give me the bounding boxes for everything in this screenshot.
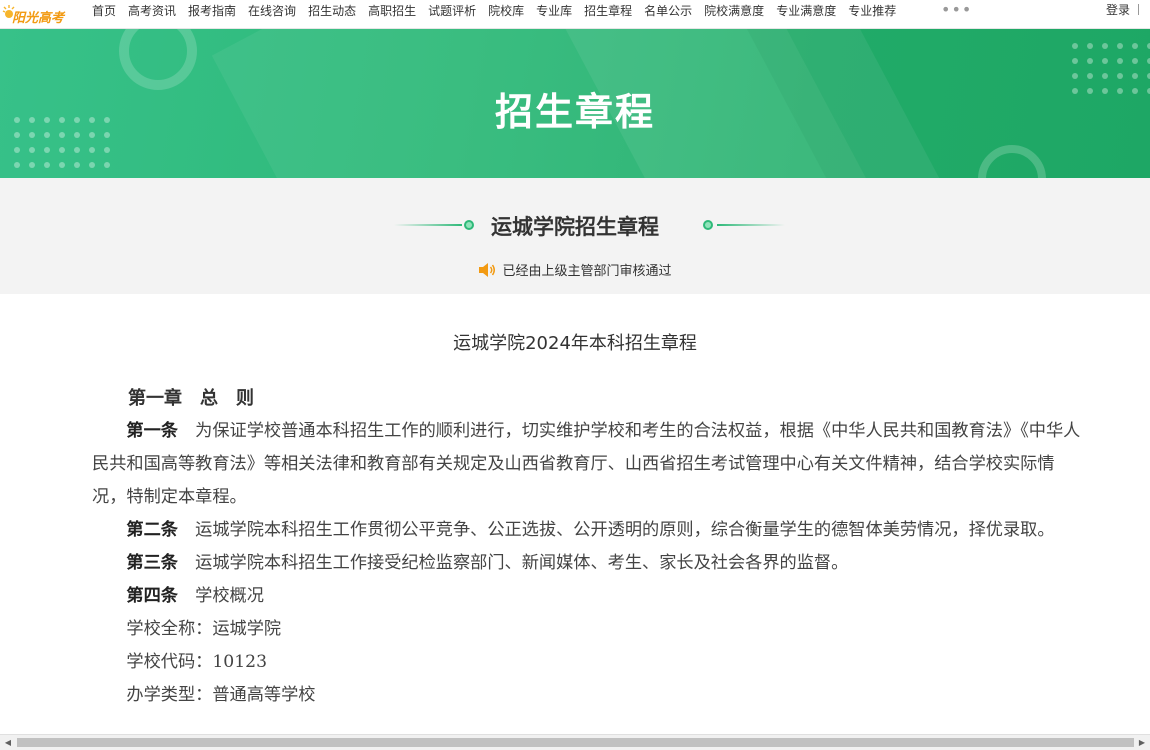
school-header: 运城学院招生章程 已经由上级主管部门审核通过 — [0, 178, 1150, 294]
banner-title: 招生章程 — [494, 90, 655, 134]
logo-text: 阳光高考 — [12, 11, 65, 26]
banner-ring — [978, 145, 1046, 178]
nav-item[interactable]: 报考指南 — [188, 0, 236, 22]
school-code: 学校代码：10123 — [126, 652, 268, 672]
document-body: 第一章 总 则 第一条 为保证学校普通本科招生工作的顺利进行，切实维护学校和考生… — [92, 382, 1082, 712]
banner-dot — [1117, 43, 1123, 49]
scroll-left-arrow-icon[interactable]: ◀ — [0, 735, 16, 750]
scrollbar-thumb[interactable] — [17, 738, 1134, 747]
nav-item[interactable]: 高考资讯 — [128, 0, 176, 22]
article-1: 第一条 为保证学校普通本科招生工作的顺利进行，切实维护学校和考生的合法权益，根据… — [92, 415, 1082, 514]
decor-line — [717, 224, 785, 226]
article-text: 运城学院本科招生工作接受纪检监察部门、新闻媒体、考生、家长及社会各界的监督。 — [195, 553, 849, 573]
banner-dot — [14, 147, 20, 153]
chapter-heading: 第一章 总 则 — [128, 388, 254, 409]
page-banner: 招生章程 — [0, 29, 1150, 178]
banner-dot — [1087, 73, 1093, 79]
banner-dot — [14, 162, 20, 168]
nav-menu: 首页 高考资讯 报考指南 在线咨询 招生动态 高职招生 试题评析 院校库 专业库 招生章程 名单公示… — [92, 0, 908, 22]
nav-item[interactable]: 招生章程 — [584, 0, 632, 22]
banner-dot — [89, 147, 95, 153]
banner-dot — [59, 162, 65, 168]
article-label: 第一条 — [126, 421, 178, 441]
nav-item[interactable]: 院校库 — [488, 0, 524, 22]
banner-dot — [1132, 43, 1138, 49]
banner-dot — [1087, 58, 1093, 64]
nav-divider — [1138, 4, 1139, 15]
nav-item[interactable]: 专业满意度 — [776, 0, 836, 22]
banner-dot — [1072, 58, 1078, 64]
nav-item[interactable]: 专业库 — [536, 0, 572, 22]
school-fullname: 学校全称：运城学院 — [126, 619, 282, 639]
banner-dot — [1102, 43, 1108, 49]
article-text: 为保证学校普通本科招生工作的顺利进行，切实维护学校和考生的合法权益，根据《中华人… — [92, 421, 1081, 507]
banner-dot — [1102, 58, 1108, 64]
article-text: 运城学院本科招生工作贯彻公平竞争、公正选拔、公开透明的原则，综合衡量学生的德智体… — [195, 520, 1055, 540]
login-link[interactable]: 登录 — [1106, 0, 1130, 20]
nav-item[interactable]: 试题评析 — [428, 0, 476, 22]
nav-item[interactable]: 首页 — [92, 0, 116, 22]
banner-dot — [1117, 73, 1123, 79]
scroll-right-arrow-icon[interactable]: ▶ — [1134, 735, 1150, 750]
decor-dot — [703, 220, 713, 230]
banner-dot — [29, 162, 35, 168]
approval-text: 已经由上级主管部门审核通过 — [502, 264, 672, 279]
nav-item[interactable]: 专业推荐 — [848, 0, 896, 22]
banner-dot — [74, 147, 80, 153]
banner-dot — [1117, 58, 1123, 64]
top-navigation: 阳光高考 首页 高考资讯 报考指南 在线咨询 招生动态 高职招生 试题评析 院校库 专业库 招生章… — [0, 0, 1150, 29]
article-3: 第三条 运城学院本科招生工作接受纪检监察部门、新闻媒体、考生、家长及社会各界的监… — [92, 547, 1082, 580]
nav-item[interactable]: 院校满意度 — [704, 0, 764, 22]
banner-dot — [74, 162, 80, 168]
article-label: 第二条 — [126, 520, 178, 540]
nav-item[interactable]: 在线咨询 — [248, 0, 296, 22]
school-title: 运城学院招生章程 — [491, 215, 659, 239]
banner-dot — [44, 162, 50, 168]
more-menu-button[interactable]: ••• — [941, 0, 972, 20]
article-label: 第三条 — [126, 553, 178, 573]
speaker-icon — [479, 263, 496, 277]
document-title: 运城学院2024年本科招生章程 — [453, 333, 697, 354]
banner-dot — [1132, 58, 1138, 64]
nav-item[interactable]: 招生动态 — [308, 0, 356, 22]
banner-dot — [1132, 73, 1138, 79]
banner-dot — [1072, 43, 1078, 49]
banner-dot — [1087, 43, 1093, 49]
banner-dot — [44, 147, 50, 153]
article-4: 第四条 学校概况 — [92, 580, 1082, 613]
site-logo[interactable]: 阳光高考 — [0, 2, 72, 26]
horizontal-scrollbar[interactable]: ◀ ▶ — [0, 734, 1150, 750]
nav-item[interactable]: 名单公示 — [644, 0, 692, 22]
banner-dot — [29, 147, 35, 153]
approval-note: 已经由上级主管部门审核通过 — [0, 260, 1150, 279]
article-text: 学校概况 — [195, 586, 264, 606]
article-label: 第四条 — [126, 586, 178, 606]
school-type: 办学类型：普通高等学校 — [126, 685, 316, 705]
banner-dot — [104, 147, 110, 153]
banner-dot — [89, 162, 95, 168]
banner-dot — [1072, 73, 1078, 79]
nav-item[interactable]: 高职招生 — [368, 0, 416, 22]
article-2: 第二条 运城学院本科招生工作贯彻公平竞争、公正选拔、公开透明的原则，综合衡量学生… — [92, 514, 1082, 547]
banner-dot — [1102, 73, 1108, 79]
banner-dot — [59, 147, 65, 153]
banner-dot — [104, 162, 110, 168]
